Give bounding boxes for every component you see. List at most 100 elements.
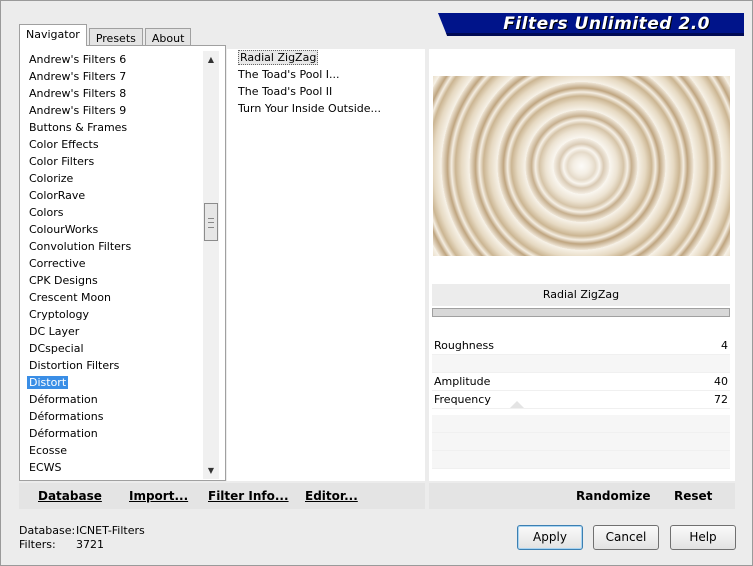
left-toolbar: Database Import... Filter Info... Editor… [19, 483, 425, 509]
category-item-label: Ecosse [29, 444, 67, 457]
category-item[interactable]: Color Effects [25, 136, 203, 153]
slider-label: Roughness [434, 339, 495, 352]
slider-unused [432, 355, 730, 373]
scroll-down-arrow-icon[interactable]: ▼ [203, 464, 219, 478]
category-item-label: Buttons & Frames [29, 121, 128, 134]
help-button[interactable]: Help [670, 525, 736, 550]
slider-unused [432, 415, 730, 433]
filter-item-label: Turn Your Inside Outside... [238, 102, 382, 115]
filter-item[interactable]: The Toad's Pool I... [227, 66, 425, 83]
slider-value: 72 [714, 393, 728, 406]
database-value: ICNET-Filters [76, 524, 145, 537]
filter-item[interactable]: Turn Your Inside Outside... [227, 100, 425, 117]
filters-unlimited-dialog: Navigator Presets About Filters Unlimite… [0, 0, 753, 566]
category-item[interactable]: Convolution Filters [25, 238, 203, 255]
category-item[interactable]: ECWS [25, 459, 203, 476]
category-item-label: ColorRave [29, 189, 86, 202]
category-item-label: Distort [27, 376, 69, 389]
scroll-thumb[interactable] [204, 203, 218, 241]
category-item[interactable]: ColourWorks [25, 221, 203, 238]
slider-label: Amplitude [434, 375, 491, 388]
filter-item[interactable]: The Toad's Pool II [227, 83, 425, 100]
category-item[interactable]: Déformations [25, 408, 203, 425]
editor-button[interactable]: Editor... [305, 489, 358, 503]
category-item-label: Andrew's Filters 9 [29, 104, 127, 117]
filter-info-button[interactable]: Filter Info... [208, 489, 289, 503]
filters-count-value: 3721 [76, 538, 104, 551]
database-info: Database:ICNET-Filters Filters: 3721 [19, 524, 145, 552]
category-item[interactable]: ColorRave [25, 187, 203, 204]
category-item[interactable]: Colors [25, 204, 203, 221]
preview-image [433, 76, 730, 256]
parameter-filter-title: Radial ZigZag [432, 284, 730, 306]
category-item-label: Distortion Filters [29, 359, 120, 372]
category-item-label: Andrew's Filters 6 [29, 53, 127, 66]
category-item[interactable]: Ecosse [25, 442, 203, 459]
category-item-label: Colorize [29, 172, 74, 185]
apply-button[interactable]: Apply [517, 525, 583, 550]
category-item-label: Déformations [29, 410, 104, 423]
category-item[interactable]: DC Layer [25, 323, 203, 340]
category-item[interactable]: Distortion Filters [25, 357, 203, 374]
parameter-separator [432, 308, 730, 317]
category-item[interactable]: Cryptology [25, 306, 203, 323]
category-item[interactable]: Corrective [25, 255, 203, 272]
category-item-label: CPK Designs [29, 274, 98, 287]
category-item-label: Crescent Moon [29, 291, 111, 304]
filter-item-label: The Toad's Pool I... [238, 68, 340, 81]
category-item-label: DC Layer [29, 325, 80, 338]
parameter-sliders: Roughness 4 Amplitude 40 Frequency 72 [432, 319, 730, 481]
tab-bar: Navigator Presets About [19, 23, 193, 47]
category-item[interactable]: Déformation [25, 391, 203, 408]
scroll-up-arrow-icon[interactable]: ▲ [203, 53, 219, 67]
category-item[interactable]: Andrew's Filters 8 [25, 85, 203, 102]
category-item-label: Déformation [29, 393, 98, 406]
category-item[interactable]: Colorize [25, 170, 203, 187]
category-item-label: Déformation [29, 427, 98, 440]
category-item[interactable]: Andrew's Filters 6 [25, 51, 203, 68]
slider-thumb-icon[interactable] [510, 401, 524, 408]
slider-amplitude[interactable]: Amplitude 40 [432, 373, 730, 391]
category-item-label: Convolution Filters [29, 240, 132, 253]
category-item[interactable]: DCspecial [25, 340, 203, 357]
filter-item-label: The Toad's Pool II [238, 85, 333, 98]
category-item[interactable]: Andrew's Filters 9 [25, 102, 203, 119]
category-item-label: Colors [29, 206, 64, 219]
category-item-label: Cryptology [29, 308, 90, 321]
category-item-label: Color Filters [29, 155, 95, 168]
category-item[interactable]: Buttons & Frames [25, 119, 203, 136]
database-button[interactable]: Database [38, 489, 102, 503]
slider-roughness[interactable]: Roughness 4 [432, 337, 730, 355]
filter-item[interactable]: Radial ZigZag [227, 49, 425, 66]
category-scrollbar[interactable]: ▲ ▼ [203, 51, 219, 479]
cancel-button[interactable]: Cancel [593, 525, 659, 550]
slider-value: 40 [714, 375, 728, 388]
category-item[interactable]: Color Filters [25, 153, 203, 170]
category-item[interactable]: Crescent Moon [25, 289, 203, 306]
category-item[interactable]: Déformation [25, 425, 203, 442]
slider-unused [432, 433, 730, 451]
import-button[interactable]: Import... [129, 489, 188, 503]
category-item-label: ECWS [29, 461, 62, 474]
filter-item-label: Radial ZigZag [238, 50, 319, 65]
tab-navigator[interactable]: Navigator [19, 24, 87, 46]
banner-title: Filters Unlimited 2.0 [503, 14, 710, 34]
slider-value: 4 [721, 339, 728, 352]
slider-frequency[interactable]: Frequency 72 [432, 391, 730, 409]
category-item-label: DCspecial [29, 342, 84, 355]
reset-button[interactable]: Reset [674, 489, 712, 503]
category-item[interactable]: CPK Designs [25, 272, 203, 289]
category-item[interactable]: Andrew's Filters 7 [25, 68, 203, 85]
category-item-label: Andrew's Filters 7 [29, 70, 127, 83]
slider-unused [432, 451, 730, 469]
right-toolbar: Randomize Reset [429, 483, 735, 509]
category-item-label: ColourWorks [29, 223, 99, 236]
slider-label: Frequency [434, 393, 491, 406]
category-item-label: Andrew's Filters 8 [29, 87, 127, 100]
category-list[interactable]: Andrew's Filters 6 Andrew's Filters 7 Andr… [25, 51, 203, 479]
randomize-button[interactable]: Randomize [576, 489, 650, 503]
filter-list[interactable]: Radial ZigZag The Toad's Pool I... The Toa… [227, 49, 425, 481]
category-item[interactable]: Distort [25, 374, 203, 391]
database-label: Database: [19, 524, 76, 537]
category-item-label: Color Effects [29, 138, 99, 151]
